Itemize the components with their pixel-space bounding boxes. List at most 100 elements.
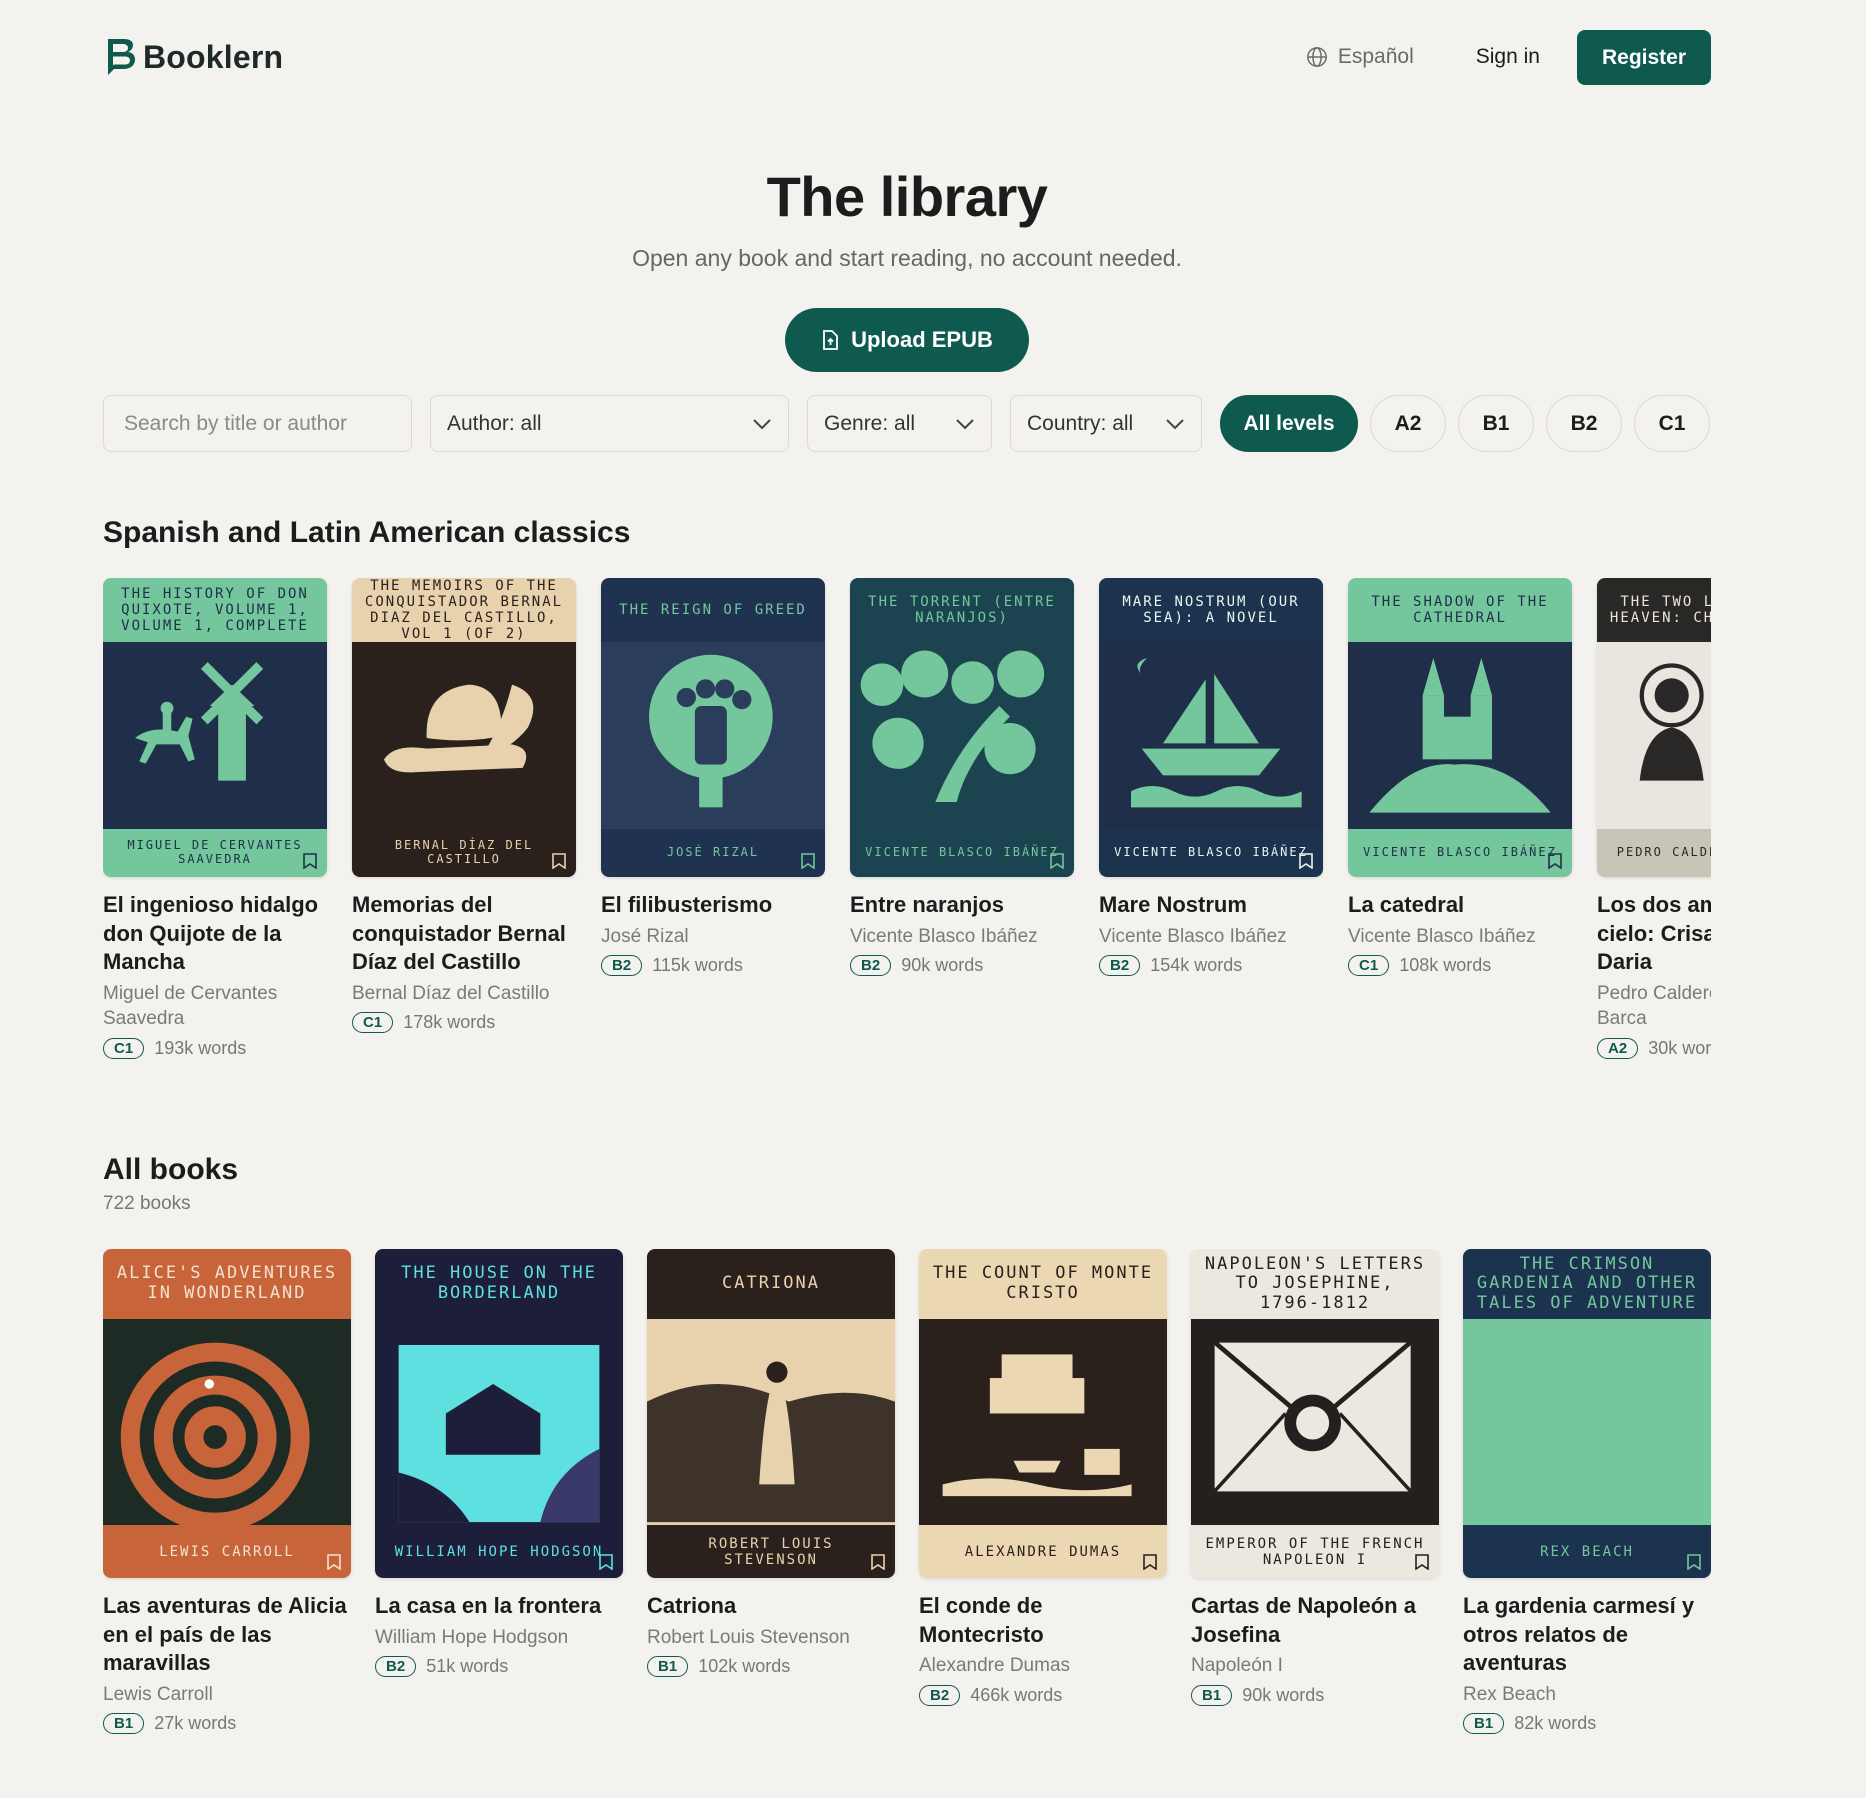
- book-card[interactable]: THE TORRENT (ENTRE NARANJOS) VICENTE BLAS…: [850, 578, 1074, 1098]
- author-filter-select[interactable]: Author: all: [430, 395, 789, 452]
- book-title[interactable]: Entre naranjos: [850, 891, 1074, 920]
- book-card[interactable]: THE MEMOIRS OF THE CONQUISTADOR BERNAL D…: [352, 578, 576, 1098]
- book-meta: B2 154k words: [1099, 955, 1323, 977]
- cover-author-text: ROBERT LOUIS STEVENSON: [647, 1525, 895, 1578]
- level-pill-b1[interactable]: B1: [1458, 395, 1534, 452]
- page-title: The library: [766, 165, 1048, 228]
- book-card[interactable]: NAPOLEON'S LETTERS TO JOSEPHINE, 1796-18…: [1191, 1249, 1439, 1769]
- word-count: 90k words: [1242, 1684, 1325, 1705]
- level-badge: B2: [919, 1684, 961, 1706]
- book-cover[interactable]: THE SHADOW OF THE CATHEDRAL VICENTE BLASC…: [1348, 578, 1572, 877]
- book-card[interactable]: THE HOUSE ON THE BORDERLAND WILLIAM HOPE …: [375, 1249, 623, 1769]
- upload-epub-button[interactable]: Upload EPUB: [785, 308, 1029, 372]
- book-cover[interactable]: THE MEMOIRS OF THE CONQUISTADOR BERNAL D…: [352, 578, 576, 877]
- book-card[interactable]: CATRIONA ROBERT LOUIS STEVENSON Catriona Ro…: [647, 1249, 895, 1769]
- level-badge: B2: [850, 955, 892, 977]
- all-books-section-title: All books: [103, 1153, 239, 1186]
- file-upload-icon: [823, 330, 838, 350]
- genre-filter-select[interactable]: Genre: all: [807, 395, 992, 452]
- search-input[interactable]: Search by title or author: [103, 395, 412, 452]
- book-cover[interactable]: CATRIONA ROBERT LOUIS STEVENSON: [647, 1249, 895, 1578]
- book-card[interactable]: THE SHADOW OF THE CATHEDRAL VICENTE BLASC…: [1348, 578, 1572, 1098]
- register-button[interactable]: Register: [1576, 29, 1711, 85]
- cover-title-text: ALICE'S ADVENTURES IN WONDERLAND: [103, 1249, 351, 1319]
- book-meta: B2 115k words: [601, 955, 825, 977]
- book-card[interactable]: MARE NOSTRUM (OUR SEA): A NOVEL VICENTE B…: [1099, 578, 1323, 1098]
- book-title[interactable]: Cartas de Napoleón a Josefina: [1191, 1592, 1439, 1649]
- book-card[interactable]: THE HISTORY OF DON QUIXOTE, VOLUME 1, VO…: [103, 578, 327, 1098]
- book-title[interactable]: El conde de Montecristo: [919, 1592, 1167, 1649]
- book-meta: B2 466k words: [919, 1684, 1167, 1706]
- book-meta: B1 102k words: [647, 1656, 895, 1678]
- book-cover[interactable]: THE HISTORY OF DON QUIXOTE, VOLUME 1, VO…: [103, 578, 327, 877]
- book-title[interactable]: La casa en la frontera: [375, 1592, 623, 1621]
- book-meta: C1 193k words: [103, 1038, 327, 1060]
- book-card[interactable]: THE REIGN OF GREED JOSÉ RIZAL El filibuste…: [601, 578, 825, 1098]
- cover-author-text: PEDRO CALDERÓN DE LA: [1597, 828, 1711, 877]
- helmet-quill-icon: [352, 642, 576, 830]
- word-count: 108k words: [1399, 955, 1492, 976]
- book-cover[interactable]: THE TORRENT (ENTRE NARANJOS) VICENTE BLAS…: [850, 578, 1074, 877]
- windmill-rider-icon: [103, 641, 327, 829]
- level-pill-c1[interactable]: C1: [1634, 395, 1710, 452]
- cover-title-text: THE REIGN OF GREED: [601, 578, 825, 642]
- book-title[interactable]: La catedral: [1348, 891, 1572, 920]
- book-cover[interactable]: MARE NOSTRUM (OUR SEA): A NOVEL VICENTE B…: [1099, 578, 1323, 877]
- bookmark-icon: [1143, 1554, 1157, 1570]
- rabbit-hole-icon: [103, 1318, 351, 1526]
- level-badge: A2: [1597, 1038, 1639, 1060]
- book-author: Miguel de Cervantes Saavedra: [103, 982, 278, 1030]
- book-author: Vicente Blasco Ibáñez: [1099, 925, 1287, 947]
- bookmark-icon: [303, 853, 317, 869]
- word-count: 27k words: [154, 1713, 237, 1734]
- sailing-ship-icon: [1099, 641, 1323, 829]
- book-author: Lewis Carroll: [103, 1683, 213, 1705]
- book-cover[interactable]: ALICE'S ADVENTURES IN WONDERLAND LEWIS CA…: [103, 1249, 351, 1578]
- book-author: Vicente Blasco Ibáñez: [850, 925, 1038, 947]
- upload-epub-label: Upload EPUB: [851, 327, 993, 352]
- cover-author-text: JOSÉ RIZAL: [601, 828, 825, 877]
- word-count: 82k words: [1514, 1713, 1597, 1734]
- book-cover[interactable]: THE HOUSE ON THE BORDERLAND WILLIAM HOPE …: [375, 1249, 623, 1578]
- sign-in-link[interactable]: Sign in: [1476, 45, 1540, 69]
- book-title[interactable]: La gardenia carmesí y otros relatos de a…: [1463, 1592, 1711, 1678]
- book-title[interactable]: El filibusterismo: [601, 891, 825, 920]
- classics-section: Spanish and Latin American classics THE …: [103, 516, 1711, 1098]
- level-badge: B1: [103, 1713, 145, 1735]
- country-filter-value: Country: all: [1027, 411, 1134, 435]
- book-card[interactable]: THE CRIMSON GARDENIA AND OTHER TALES OF …: [1463, 1249, 1711, 1769]
- book-meta: B1 82k words: [1463, 1713, 1711, 1735]
- book-title[interactable]: Catriona: [647, 1592, 895, 1621]
- book-title[interactable]: Las aventuras de Alicia en el país de la…: [103, 1592, 351, 1678]
- level-badge: C1: [103, 1038, 145, 1060]
- hero: The library Open any book and start read…: [103, 164, 1711, 372]
- book-cover[interactable]: THE TWO LOVERS OF HEAVEN: CHRYSANTHUS PED…: [1597, 578, 1711, 877]
- book-meta: A2 30k words: [1597, 1038, 1711, 1060]
- book-title[interactable]: Mare Nostrum: [1099, 891, 1323, 920]
- all-books-row: ALICE'S ADVENTURES IN WONDERLAND LEWIS CA…: [103, 1249, 1711, 1769]
- book-card[interactable]: THE COUNT OF MONTE CRISTO ALEXANDRE DUMAS…: [919, 1249, 1167, 1769]
- country-filter-select[interactable]: Country: all: [1010, 395, 1202, 452]
- level-pill-b2[interactable]: B2: [1546, 395, 1622, 452]
- brand-logo[interactable]: Booklern: [103, 36, 283, 78]
- cover-author-text: WILLIAM HOPE HODGSON: [375, 1525, 623, 1578]
- book-cover[interactable]: THE REIGN OF GREED JOSÉ RIZAL: [601, 578, 825, 877]
- level-badge: B2: [375, 1656, 417, 1678]
- book-cover[interactable]: THE CRIMSON GARDENIA AND OTHER TALES OF …: [1463, 1249, 1711, 1578]
- orange-grove-icon: [850, 641, 1074, 829]
- book-card[interactable]: THE TWO LOVERS OF HEAVEN: CHRYSANTHUS PED…: [1597, 578, 1711, 1098]
- book-card[interactable]: ALICE'S ADVENTURES IN WONDERLAND LEWIS CA…: [103, 1249, 351, 1769]
- book-title[interactable]: El ingenioso hidalgo don Quijote de la M…: [103, 891, 327, 977]
- cover-author-text: VICENTE BLASCO IBÁÑEZ: [1099, 828, 1323, 877]
- word-count: 102k words: [698, 1656, 791, 1677]
- book-cover[interactable]: THE COUNT OF MONTE CRISTO ALEXANDRE DUMAS: [919, 1249, 1167, 1578]
- book-cover[interactable]: NAPOLEON'S LETTERS TO JOSEPHINE, 1796-18…: [1191, 1249, 1439, 1578]
- word-count: 466k words: [970, 1684, 1063, 1705]
- book-title[interactable]: Los dos amantes del cielo: Crisanto y Da…: [1597, 891, 1711, 977]
- level-pill-all[interactable]: All levels: [1220, 395, 1358, 452]
- bookmark-icon: [1050, 853, 1064, 869]
- book-title[interactable]: Memorias del conquistador Bernal Díaz de…: [352, 891, 576, 977]
- cover-title-text: THE COUNT OF MONTE CRISTO: [919, 1249, 1167, 1319]
- language-switcher[interactable]: Español: [1306, 45, 1414, 69]
- level-pill-a2[interactable]: A2: [1370, 395, 1446, 452]
